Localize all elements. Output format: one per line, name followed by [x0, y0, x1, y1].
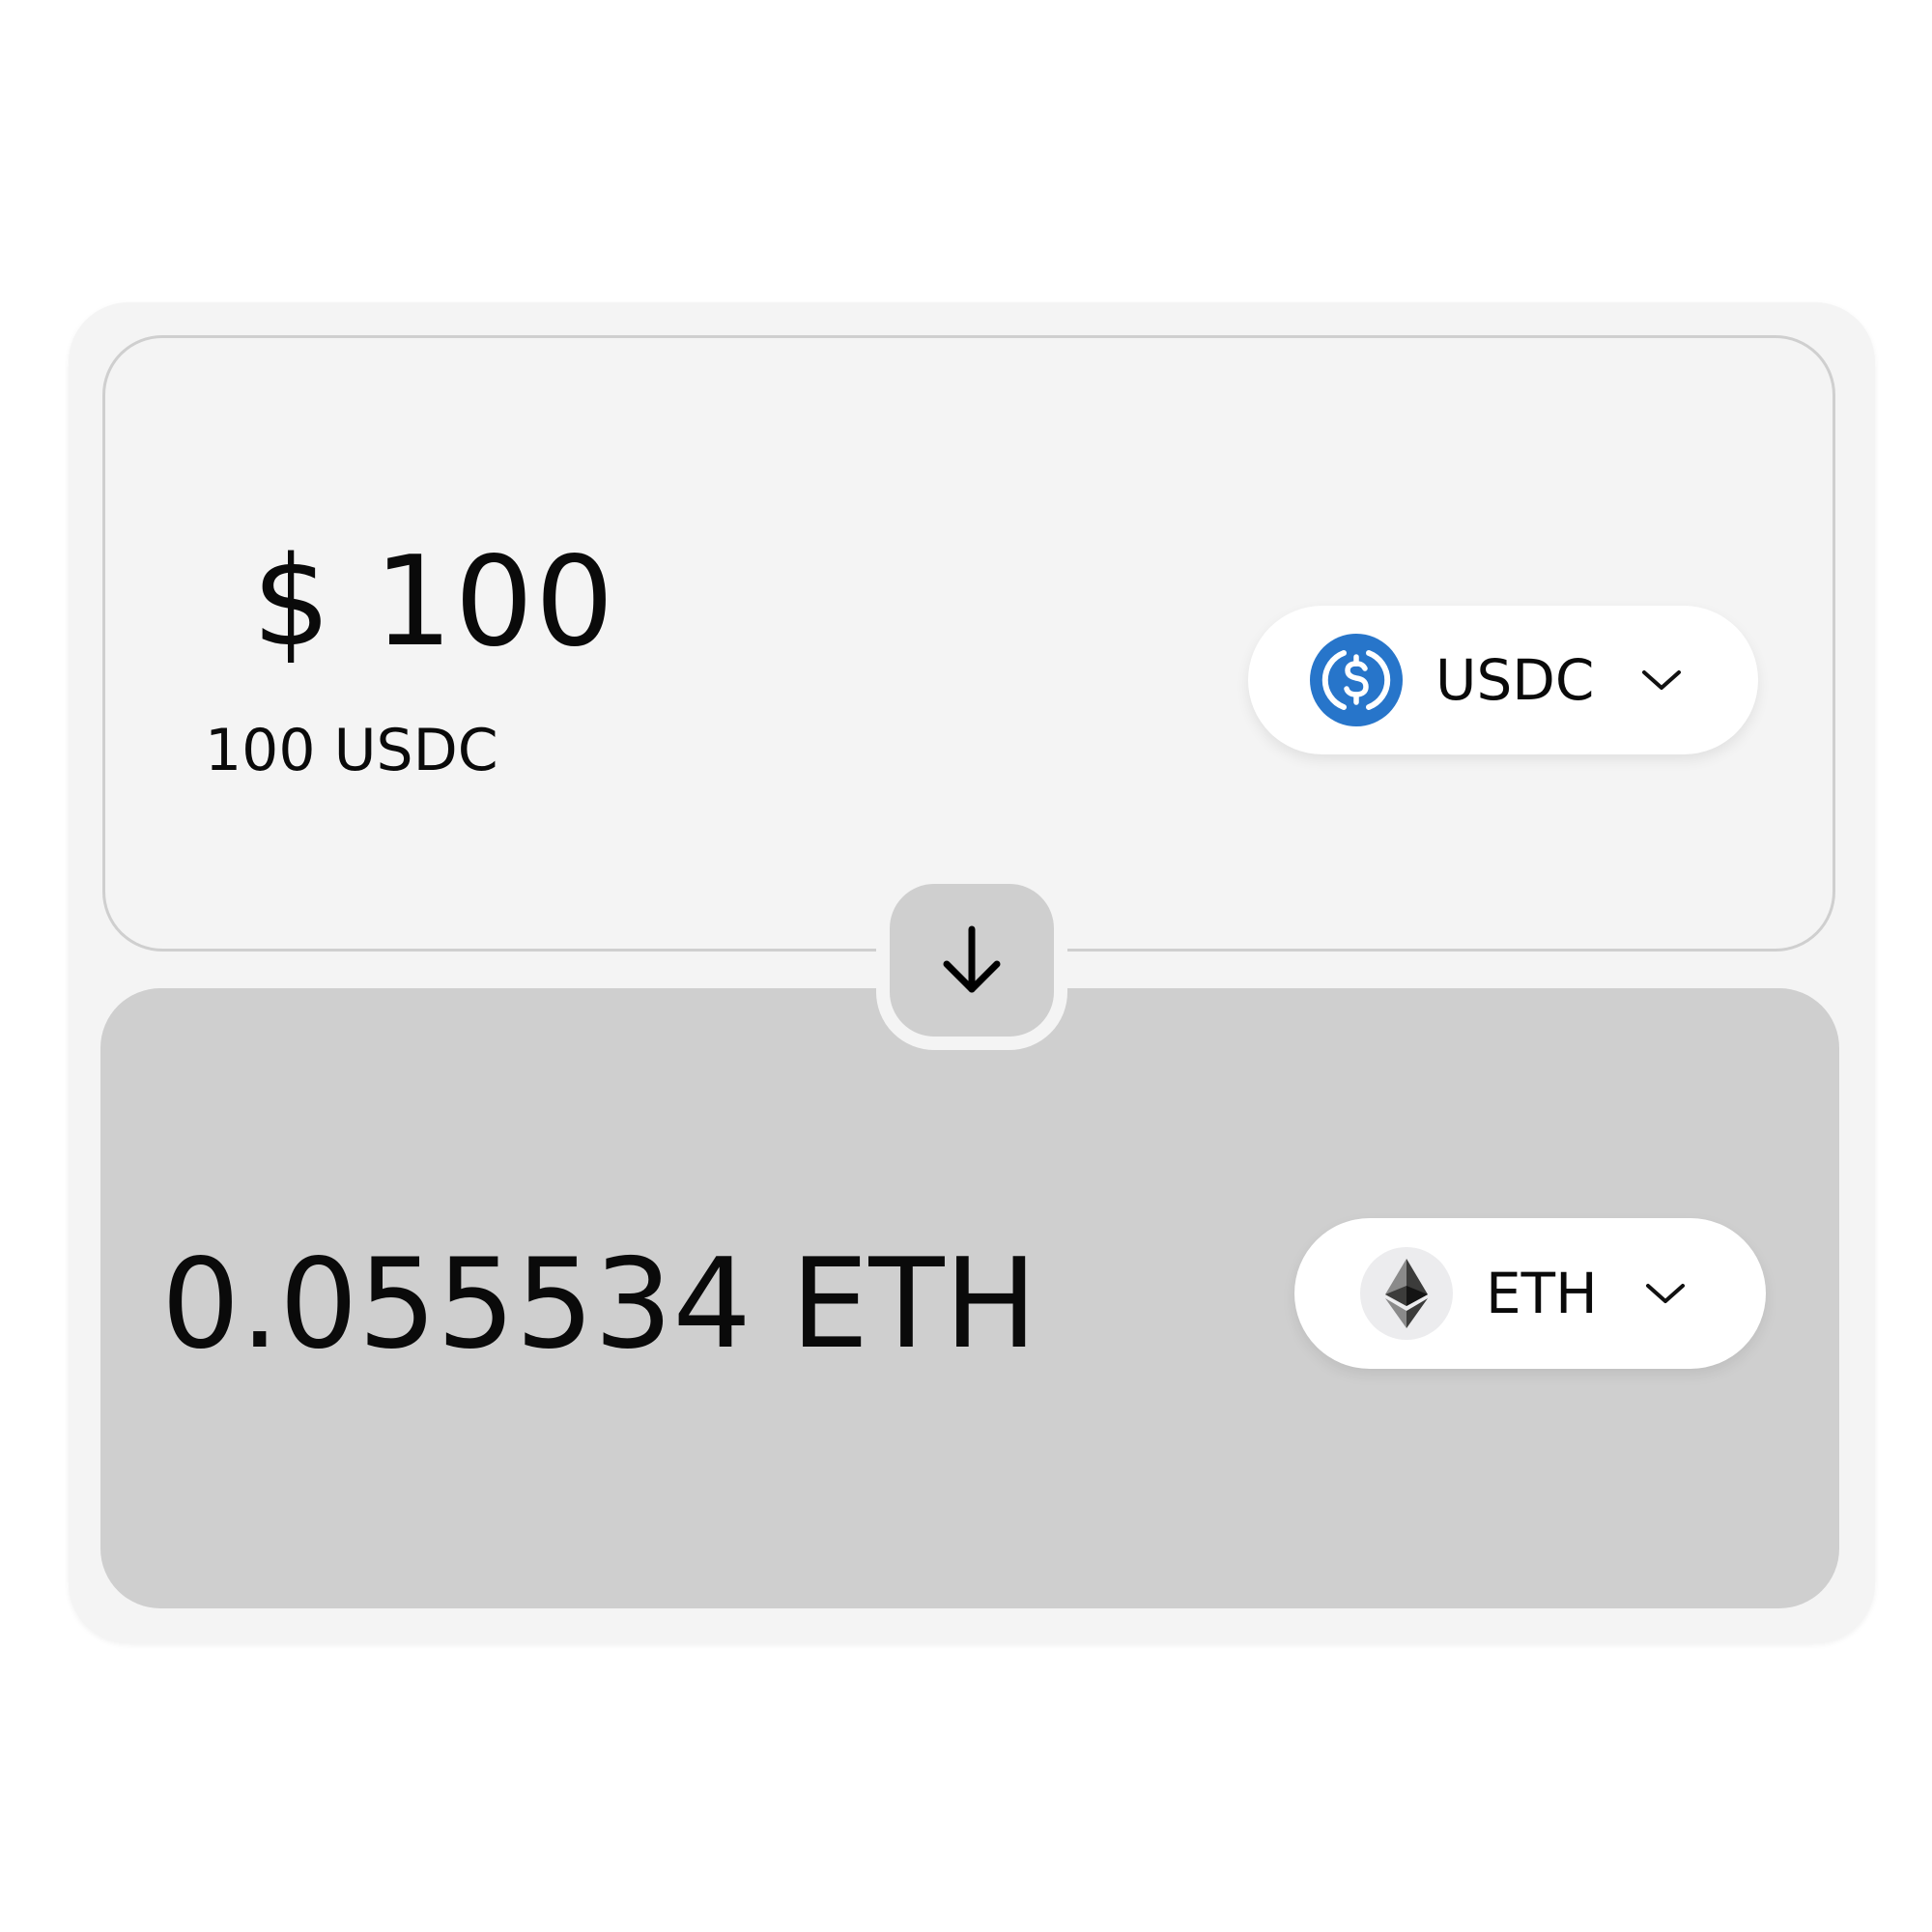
from-panel: $ 100 100 USDC USDC [102, 335, 1835, 952]
chevron-down-icon [1642, 670, 1682, 690]
chevron-down-icon [1645, 1284, 1685, 1303]
token-amount-label: 100 USDC [205, 717, 498, 784]
usdc-icon [1310, 634, 1403, 726]
to-token-symbol: ETH [1486, 1261, 1598, 1326]
to-token-amount: 0.055534 ETH [161, 1233, 1037, 1377]
arrow-down-icon [943, 925, 1001, 993]
to-panel: 0.055534 ETH ETH [100, 988, 1839, 1608]
from-token-symbol: USDC [1435, 647, 1595, 713]
from-token-selector[interactable]: USDC [1248, 606, 1758, 754]
swap-direction-button[interactable] [876, 870, 1067, 1050]
to-token-selector[interactable]: ETH [1294, 1218, 1766, 1369]
swap-widget: $ 100 100 USDC USDC 0.055534 ETH ETH [69, 302, 1875, 1643]
eth-icon [1360, 1247, 1453, 1340]
fiat-amount-input[interactable]: $ 100 [252, 541, 615, 665]
